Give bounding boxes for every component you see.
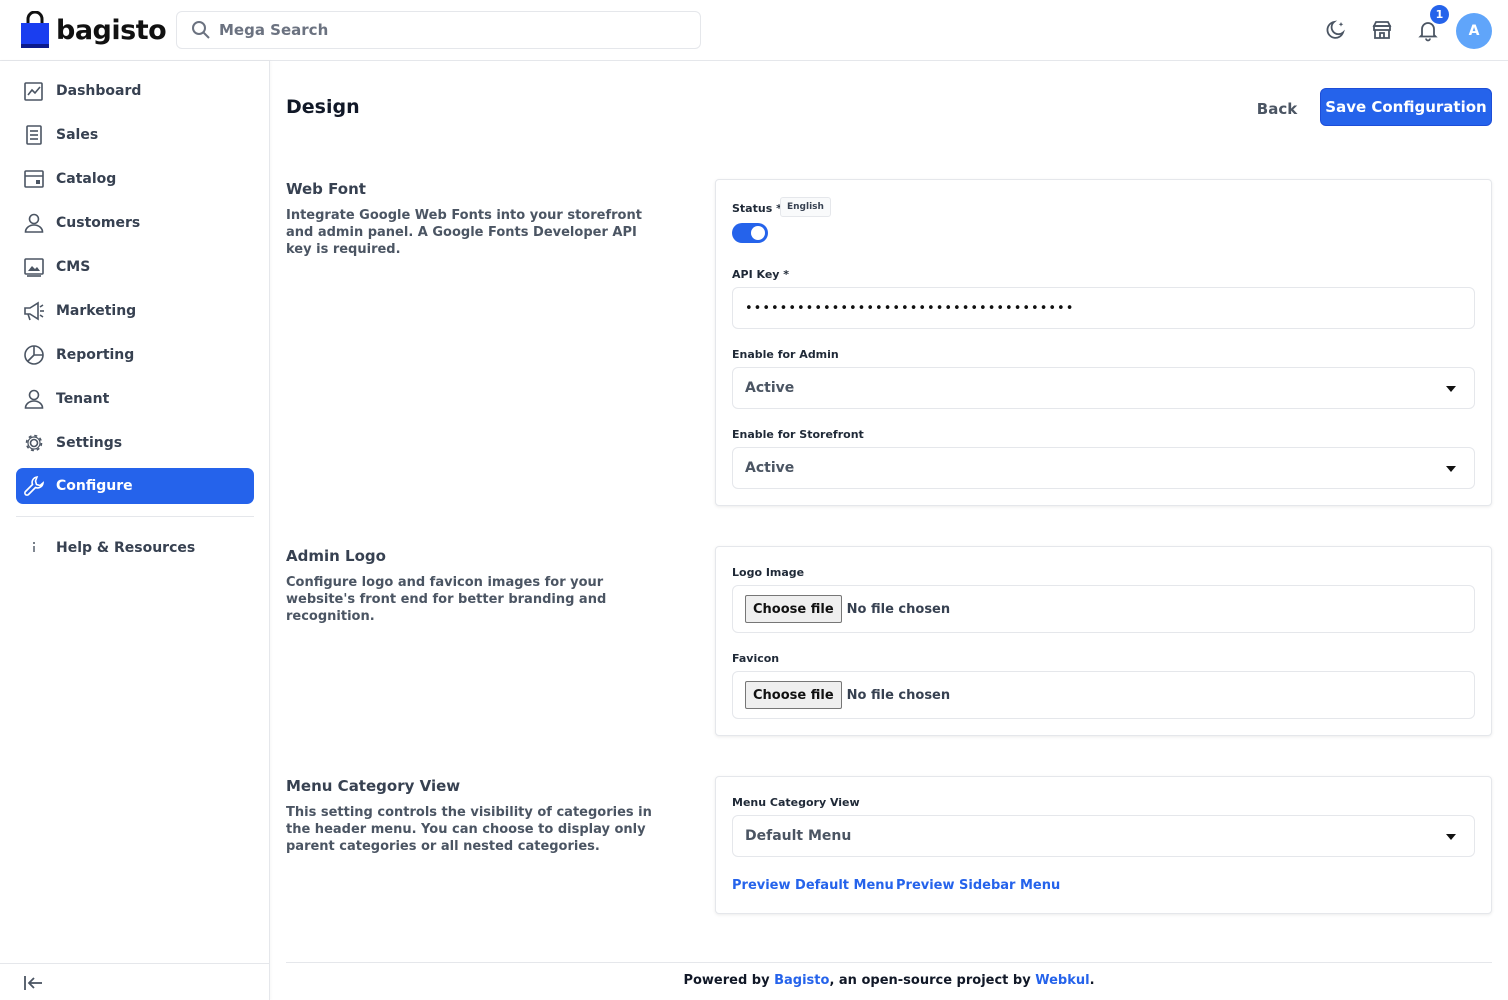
marketing-icon — [23, 300, 45, 322]
sidebar-item-dashboard[interactable]: Dashboard — [16, 73, 254, 109]
shopping-bag-icon — [21, 11, 49, 48]
sales-icon — [23, 124, 45, 146]
sidebar-item-tenant[interactable]: Tenant — [16, 381, 254, 417]
locale-chip: English — [780, 197, 831, 217]
enable-storefront-label: Enable for Storefront — [732, 428, 864, 441]
footer-suffix: . — [1089, 973, 1095, 988]
info-icon — [23, 537, 45, 559]
choose-file-button[interactable]: Choose file — [745, 681, 842, 709]
sidebar-item-label: Help & Resources — [56, 540, 196, 556]
enable-admin-value: Active — [745, 380, 795, 396]
mega-search[interactable] — [176, 11, 701, 49]
sidebar-item-label: Sales — [56, 127, 99, 143]
admin-logo-description: Configure logo and favicon images for yo… — [286, 575, 607, 624]
enable-admin-label: Enable for Admin — [732, 348, 839, 361]
status-label: Status * — [732, 202, 782, 215]
logo-image-label: Logo Image — [732, 566, 805, 579]
preview-sidebar-menu-link[interactable]: Preview Sidebar Menu — [896, 878, 1060, 893]
sidebar-item-customers[interactable]: Customers — [16, 205, 254, 241]
search-input[interactable] — [219, 21, 659, 39]
sidebar-divider — [16, 516, 254, 517]
web-font-description: Integrate Google Web Fonts into your sto… — [286, 208, 642, 257]
cms-icon — [23, 256, 45, 278]
tenant-icon — [23, 388, 45, 410]
api-key-field[interactable]: •••••••••••••••••••••••••••••••••••••• — [732, 287, 1475, 329]
sidebar-item-cms[interactable]: CMS — [16, 249, 254, 285]
sidebar-item-sales[interactable]: Sales — [16, 117, 254, 153]
menu-category-label: Menu Category View — [732, 796, 860, 809]
catalog-icon — [23, 168, 45, 190]
web-font-title: Web Font — [286, 180, 366, 198]
bagisto-link[interactable]: Bagisto — [774, 973, 829, 988]
customers-icon — [23, 212, 45, 234]
notification-badge: 1 — [1430, 5, 1449, 24]
sidebar-item-label: Settings — [56, 435, 123, 451]
footer: Powered by Bagisto, an open-source proje… — [0, 973, 1508, 988]
logo-image-file-input[interactable]: Choose file No file chosen — [732, 585, 1475, 633]
sidebar-item-label: Reporting — [56, 347, 135, 363]
sidebar-item-label: Tenant — [56, 391, 110, 407]
sidebar-item-label: CMS — [56, 259, 91, 275]
no-file-text: No file chosen — [846, 687, 951, 703]
footer-divider — [286, 962, 1492, 963]
save-configuration-button[interactable]: Save Configuration — [1320, 88, 1492, 126]
enable-storefront-select[interactable]: Active — [732, 447, 1475, 489]
footer-middle: , an open-source project by — [829, 973, 1036, 988]
configure-icon — [23, 475, 45, 497]
sidebar-item-label: Catalog — [56, 171, 117, 187]
sidebar-item-label: Marketing — [56, 303, 137, 319]
settings-icon — [23, 432, 45, 454]
menu-category-select[interactable]: Default Menu — [732, 815, 1475, 857]
chevron-down-icon — [1446, 834, 1456, 840]
sidebar-item-label: Dashboard — [56, 83, 142, 99]
sidebar-item-label: Customers — [56, 215, 141, 231]
preview-default-menu-link[interactable]: Preview Default Menu — [732, 878, 894, 893]
menu-category-description: This setting controls the visibility of … — [286, 805, 652, 854]
sidebar-item-configure[interactable]: Configure — [16, 468, 254, 504]
reporting-icon — [23, 344, 45, 366]
sidebar-item-catalog[interactable]: Catalog — [16, 161, 254, 197]
dashboard-icon — [23, 80, 45, 102]
admin-logo-title: Admin Logo — [286, 547, 386, 565]
no-file-text: No file chosen — [846, 601, 951, 617]
favicon-label: Favicon — [732, 652, 780, 665]
menu-category-value: Default Menu — [745, 828, 852, 844]
sidebar-item-help[interactable]: Help & Resources — [16, 530, 254, 566]
sidebar: Dashboard Sales Catalog Customers CMS Ma… — [0, 61, 270, 1000]
sidebar-item-marketing[interactable]: Marketing — [16, 293, 254, 329]
user-avatar[interactable]: A — [1456, 13, 1492, 49]
brand-logo[interactable]: bagisto — [20, 10, 167, 50]
back-button[interactable]: Back — [1244, 92, 1310, 126]
search-icon — [192, 21, 210, 39]
menu-category-title: Menu Category View — [286, 777, 461, 795]
choose-file-button[interactable]: Choose file — [745, 595, 842, 623]
top-header: bagisto 1 A — [0, 0, 1508, 61]
sidebar-bottom-divider — [0, 963, 270, 964]
enable-admin-select[interactable]: Active — [732, 367, 1475, 409]
enable-storefront-value: Active — [745, 460, 795, 476]
chevron-down-icon — [1446, 466, 1456, 472]
dark-mode-icon[interactable] — [1324, 18, 1348, 42]
storefront-icon[interactable] — [1370, 18, 1394, 42]
footer-prefix: Powered by — [683, 973, 775, 988]
sidebar-item-reporting[interactable]: Reporting — [16, 337, 254, 373]
status-toggle[interactable] — [732, 223, 768, 243]
api-key-value: •••••••••••••••••••••••••••••••••••••• — [745, 300, 1075, 316]
api-key-label: API Key * — [732, 268, 790, 281]
chevron-down-icon — [1446, 386, 1456, 392]
webkul-link[interactable]: Webkul — [1035, 973, 1089, 988]
sidebar-item-label: Configure — [56, 478, 133, 494]
toggle-knob — [751, 226, 765, 240]
brand-name: bagisto — [56, 14, 167, 46]
sidebar-item-settings[interactable]: Settings — [16, 425, 254, 461]
favicon-file-input[interactable]: Choose file No file chosen — [732, 671, 1475, 719]
page-title: Design — [286, 96, 360, 118]
